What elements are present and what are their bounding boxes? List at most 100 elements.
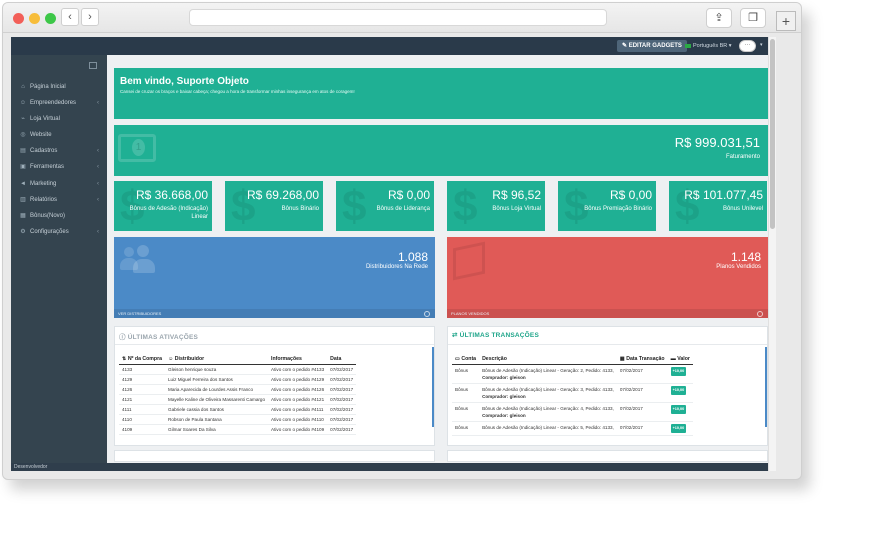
new-tab-button[interactable]: + [776,11,796,31]
sidebar-item-pagina-inicial[interactable]: ⌂ Página Inicial [11,79,107,95]
faturamento-value: R$ 999.031,51 [674,135,760,150]
col-header-valor[interactable]: ▬ Valor [667,354,693,365]
cell: Bônus de Adesão (Indicação) Linear - Ger… [479,364,617,384]
back-button[interactable]: ‹ [61,8,79,26]
edit-gadgets-button[interactable]: ✎ EDITAR GADGETS [617,40,687,52]
edit-gadgets-label: EDITAR GADGETS [628,43,682,49]
file-icon: ▤ [20,148,26,155]
cell: Ativo com o pedido #4126 [268,384,328,395]
cell: 4133 [119,364,165,375]
cell: Ativo com o pedido #4129 [268,374,328,385]
sidebar-item-ferramentas[interactable]: ▣ Ferramentas ‹ [11,159,107,175]
card-scrollbar[interactable] [765,347,767,427]
arrow-circle-icon [424,311,430,317]
share-button[interactable]: ⇪ [706,8,732,28]
sidebar-item-configuracoes[interactable]: ⚙ Configurações ‹ [11,224,107,240]
sidebar-item-cadastros[interactable]: ▤ Cadastros ‹ [11,143,107,159]
cell: Bônus de Adesão (Indicação) Linear - Ger… [479,402,617,422]
cell: 4121 [119,394,165,405]
col-header-data[interactable]: Data [327,354,357,365]
divider [448,344,767,345]
sidebar-item-label: Ferramentas [30,164,65,171]
table-row[interactable]: Bônus Bônus de Adesão (Indicação) Linear … [452,364,693,384]
ver-distribuidores-link[interactable]: VER DISTRIBUIDORES [114,309,435,318]
value-badge: +10,00 [670,405,687,414]
table-row[interactable]: 4109 Gilmar Soares Da Silva Ativo com o pe… [119,424,357,435]
value-badge: +10,00 [670,367,687,376]
table-row[interactable]: Bônus Bônus de Adesão (Indicação) Linear … [452,421,693,436]
transaction-description: Bônus de Adesão (Indicação) Linear - Ger… [482,406,614,411]
forward-button[interactable]: › [81,8,99,26]
sidebar-item-website[interactable]: ◎ Website [11,127,107,143]
exchange-icon: ⇄ [452,332,458,339]
welcome-title: Bem vindo, Suporte Objeto [120,76,249,87]
col-header-data-transacao[interactable]: ▦ Data Transação [616,354,668,365]
ultimas-transacoes-title: ⇄ ÚLTIMAS TRANSAÇÕES [452,331,539,339]
col-header-descricao[interactable]: Descrição [479,354,617,365]
bonus-value: R$ 96,52 [492,188,541,202]
app-viewport: ✎ EDITAR GADGETS Português BR ▾ ··· ▾ ⌂ P… [11,37,776,471]
database-icon: ▥ [20,196,26,203]
gear-icon: ⚙ [20,228,26,235]
planos-vendidos-link[interactable]: PLANOS VENDIDOS [447,309,768,318]
page-scrollbar[interactable] [768,37,776,471]
divider [115,344,434,345]
grid-icon: ▦ [20,212,26,219]
sort-icon: ⇅ [122,356,127,362]
bonus-value: R$ 69.268,00 [246,188,319,202]
scrollbar-thumb[interactable] [770,39,775,229]
bonus-value: R$ 0,00 [609,188,652,202]
table-row[interactable]: 4121 Mayelle Kaline de Oliveira Massarent… [119,394,357,405]
sidebar-item-marketing[interactable]: ◄ Marketing ‹ [11,176,107,192]
col-header-informacoes[interactable]: Informações [268,354,328,365]
sidebar-item-bonus-novo[interactable]: ▦ Bônus(Novo) [11,208,107,224]
tabs-button[interactable]: ❐ [740,8,766,28]
sidebar: ⌂ Página Inicial ☺ Empreendedores ‹ ⌁ Loja V… [11,55,107,463]
cell: 07/02/2017 [327,364,357,375]
card-title-text: ÚLTIMAS ATIVAÇÕES [127,334,199,341]
footer: Desenvolvedor [11,463,776,471]
close-window-button[interactable] [13,13,24,24]
chevron-left-icon: ‹ [97,148,99,155]
cell: 07/02/2017 [327,374,357,385]
col-header-label: Conta [461,356,477,362]
flag-icon [685,43,691,48]
minimize-window-button[interactable] [29,13,40,24]
value-badge: +10,00 [670,386,687,395]
bonus-label: Bônus de Liderança [376,206,430,212]
sidebar-toggle-button[interactable] [89,62,97,69]
table-row[interactable]: 4110 Robson de Paula Santana Ativo com o p… [119,414,357,425]
cell: Bônus de Adesão (Indicação) Linear - Ger… [479,383,617,403]
sidebar-item-relatorios[interactable]: ▥ Relatórios ‹ [11,192,107,208]
table-row[interactable]: 4133 Gleison henrique souza Ativo com o pe… [119,364,357,375]
chevron-left-icon: ‹ [68,11,72,23]
footer-text: Desenvolvedor [14,464,48,470]
col-header-distribuidor[interactable]: ☺ Distribuidor [165,354,269,365]
address-bar[interactable] [189,9,607,26]
col-header-label: Distribuidor [174,356,205,362]
col-header-conta[interactable]: ▭ Conta [452,354,480,365]
chevron-left-icon: ‹ [97,196,99,203]
table-row[interactable]: 4126 Maria Aparecida de Lourdes Assis Fra… [119,384,357,395]
table-row[interactable]: Bônus Bônus de Adesão (Indicação) Linear … [452,383,693,403]
table-row[interactable]: 4129 Luiz Miguel Ferreira dos Santos Ativo… [119,374,357,385]
cell: Ativo com o pedido #4121 [268,394,328,405]
col-header-compra[interactable]: ⇅ Nº da Compra [119,354,165,365]
chevron-down-icon[interactable]: ▾ [760,42,763,48]
flag-icon: ▬ [670,356,676,362]
transaction-description: Bônus de Adesão (Indicação) Linear - Ger… [482,425,614,430]
cell: Ativo com o pedido #4133 [268,364,328,375]
cell: 07/02/2017 [327,414,357,425]
sidebar-item-loja-virtual[interactable]: ⌁ Loja Virtual [11,111,107,127]
cell: 4109 [119,424,165,435]
bonus-tile-premiacao-binario: $ R$ 0,00 Bônus Premiação Binário [558,181,656,231]
table-row[interactable]: Bônus Bônus de Adesão (Indicação) Linear … [452,402,693,422]
card-scrollbar[interactable] [432,347,434,427]
transaction-description: Bônus de Adesão (Indicação) Linear - Ger… [482,368,614,373]
avatar[interactable]: ··· [739,40,756,52]
maximize-window-button[interactable] [45,13,56,24]
language-selector[interactable]: Português BR ▾ [685,41,732,51]
table-row[interactable]: 4111 Gabriele cassia dos Santos Ativo com … [119,404,357,415]
sidebar-item-empreendedores[interactable]: ☺ Empreendedores ‹ [11,95,107,111]
cell: Luiz Miguel Ferreira dos Santos [165,374,269,385]
